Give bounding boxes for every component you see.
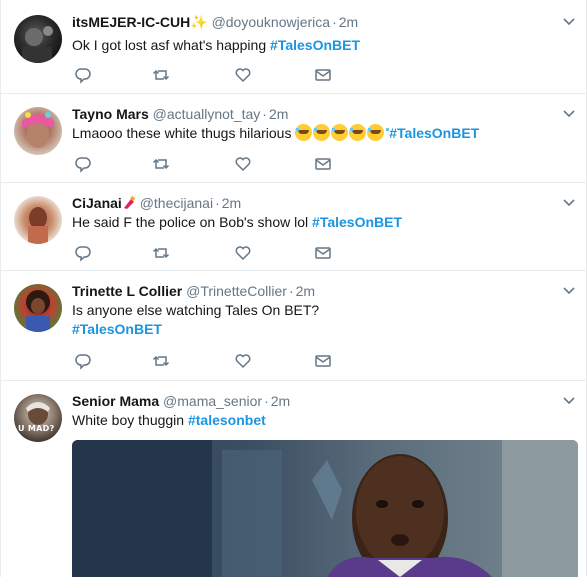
- separator-dot: ·: [262, 106, 267, 122]
- handle[interactable]: @mama_senior: [163, 393, 262, 409]
- tweet-header: Trinette L Collier @TrinetteCollier · 2m: [72, 282, 315, 300]
- separator-dot: ·: [332, 14, 337, 30]
- reply-icon[interactable]: [74, 155, 94, 175]
- hashtag-link[interactable]: #TalesOnBET: [312, 214, 402, 230]
- display-name[interactable]: Senior Mama: [72, 393, 159, 409]
- tweet-text-body: Is anyone else watching Tales On BET?: [72, 302, 320, 318]
- tweet-actions: [72, 352, 372, 372]
- like-icon[interactable]: [234, 155, 254, 175]
- dm-icon[interactable]: [314, 155, 334, 175]
- tweet-header: CiJanai @thecijanai · 2m: [72, 194, 241, 212]
- avatar-photo: [22, 26, 53, 63]
- timestamp[interactable]: 2m: [339, 14, 358, 30]
- avatar[interactable]: U MAD?: [14, 394, 62, 442]
- display-name[interactable]: CiJanai: [72, 195, 122, 211]
- caret-down-icon[interactable]: [562, 284, 576, 298]
- media-scene: [72, 440, 578, 577]
- avatar-photo: [26, 290, 50, 332]
- hashtag-link[interactable]: #TalesOnBET: [270, 37, 360, 53]
- tweet-text: He said F the police on Bob's show lol #…: [72, 213, 572, 232]
- avatar[interactable]: [14, 15, 62, 63]
- laughing-emoji: [313, 124, 336, 141]
- laughing-emoji: [367, 124, 390, 141]
- handle[interactable]: @doyouknowjerica: [212, 14, 331, 30]
- reply-icon[interactable]: [74, 66, 94, 86]
- avatar[interactable]: [14, 107, 62, 155]
- tweet-actions: [72, 66, 372, 86]
- retweet-icon[interactable]: [152, 155, 172, 175]
- avatar-badge: U MAD?: [18, 424, 55, 433]
- timeline: itsMEJER-IC-CUH✨ @doyouknowjerica · 2m Ok …: [0, 0, 587, 577]
- retweet-icon[interactable]: [152, 244, 172, 264]
- retweet-icon[interactable]: [152, 352, 172, 372]
- tweet-header: itsMEJER-IC-CUH✨ @doyouknowjerica · 2m: [72, 13, 358, 31]
- reply-icon[interactable]: [74, 244, 94, 264]
- avatar[interactable]: [14, 196, 62, 244]
- tweet-text-body: White boy thuggin: [72, 412, 188, 428]
- tweet-text-body: He said F the police on Bob's show lol: [72, 214, 313, 230]
- hashtag-link[interactable]: #TalesOnBET: [389, 125, 479, 141]
- tweet-text-body: Ok I got lost asf what's happing: [72, 37, 271, 53]
- nail-polish-icon: [123, 195, 135, 209]
- tweet-text: Ok I got lost asf what's happing #TalesO…: [72, 36, 572, 55]
- separator-dot: ·: [264, 393, 269, 409]
- handle[interactable]: @TrinetteCollier: [186, 283, 287, 299]
- separator-dot: ·: [215, 195, 220, 211]
- dm-icon[interactable]: [314, 352, 334, 372]
- dm-icon[interactable]: [314, 244, 334, 264]
- sparkles-emoji: ✨: [190, 14, 208, 30]
- tweet-media-image[interactable]: [72, 440, 578, 577]
- tweet-actions: [72, 155, 372, 175]
- hashtag-link[interactable]: #talesonbet: [188, 412, 266, 428]
- display-name[interactable]: Tayno Mars: [72, 106, 149, 122]
- laughing-emoji: [331, 124, 354, 141]
- timestamp[interactable]: 2m: [222, 195, 241, 211]
- caret-down-icon[interactable]: [562, 107, 576, 121]
- like-icon[interactable]: [234, 66, 254, 86]
- hashtag-link[interactable]: #TalesOnBET: [72, 321, 162, 337]
- caret-down-icon[interactable]: [562, 15, 576, 29]
- retweet-icon[interactable]: [152, 66, 172, 86]
- avatar[interactable]: [14, 284, 62, 332]
- caret-down-icon[interactable]: [562, 394, 576, 408]
- avatar-photo: [28, 207, 48, 244]
- laughing-emoji: [295, 124, 318, 141]
- handle[interactable]: @actuallynot_tay: [153, 106, 261, 122]
- avatar-photo: [22, 112, 54, 148]
- tweet-header: Senior Mama @mama_senior · 2m: [72, 392, 290, 410]
- tweet-text: Lmaooo these white thugs hilarious #Tale…: [72, 124, 572, 143]
- avatar-photo: [26, 402, 50, 425]
- caret-down-icon[interactable]: [562, 196, 576, 210]
- timestamp[interactable]: 2m: [271, 393, 290, 409]
- tweet-header: Tayno Mars @actuallynot_tay · 2m: [72, 105, 288, 123]
- tweet[interactable]: itsMEJER-IC-CUH✨ @doyouknowjerica · 2m Ok …: [1, 0, 586, 94]
- tweet-text: Is anyone else watching Tales On BET? #Ta…: [72, 301, 572, 339]
- separator-dot: ·: [288, 283, 294, 299]
- dm-icon[interactable]: [314, 66, 334, 86]
- reply-icon[interactable]: [74, 352, 94, 372]
- like-icon[interactable]: [234, 352, 254, 372]
- timestamp[interactable]: 2m: [269, 106, 288, 122]
- display-name[interactable]: itsMEJER-IC-CUH: [72, 14, 190, 30]
- like-icon[interactable]: [234, 244, 254, 264]
- display-name[interactable]: Trinette L Collier: [72, 283, 182, 299]
- tweet-text: White boy thuggin #talesonbet: [72, 411, 572, 430]
- timestamp[interactable]: 2m: [296, 283, 315, 299]
- tweet[interactable]: Tayno Mars @actuallynot_tay · 2m Lmaooo th…: [1, 94, 586, 183]
- laughing-emoji: [349, 124, 372, 141]
- handle[interactable]: @thecijanai: [140, 195, 213, 211]
- tweet[interactable]: Trinette L Collier @TrinetteCollier · 2m I…: [1, 271, 586, 381]
- tweet[interactable]: CiJanai @thecijanai · 2m He said F the pol…: [1, 183, 586, 271]
- tweet-text-body: Lmaooo these white thugs hilarious: [72, 125, 296, 141]
- tweet-actions: [72, 244, 372, 264]
